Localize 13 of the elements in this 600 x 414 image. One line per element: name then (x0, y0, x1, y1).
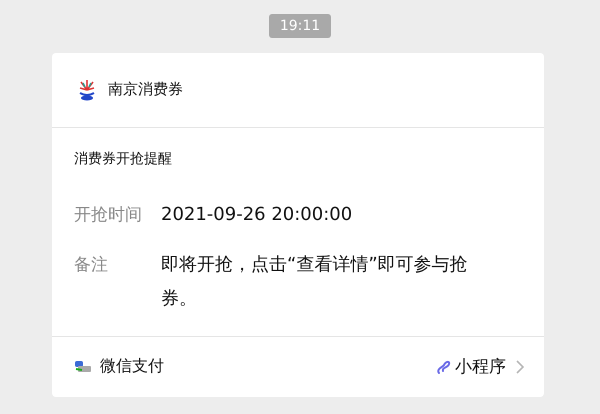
timestamp: 19:11 (268, 14, 332, 38)
wallet-logo-icon (74, 360, 92, 374)
link-icon (437, 358, 451, 375)
fireworks-logo-icon (78, 78, 96, 101)
field-label: 开抢时间 (74, 204, 143, 227)
field-value: 2021-09-26 20:00:00 (161, 202, 354, 227)
account-name: 南京消费券 (108, 80, 183, 100)
source-name: 微信支付 (100, 356, 165, 378)
mini-program-link[interactable]: 小程序 (455, 355, 506, 378)
chevron-right-icon[interactable] (516, 360, 524, 374)
message-title: 消费券开抢提醒 (74, 150, 173, 168)
field-label: 备注 (74, 254, 109, 277)
field-value: 即将开抢，点击“查看详情”即可参与抢券。 (161, 252, 469, 311)
